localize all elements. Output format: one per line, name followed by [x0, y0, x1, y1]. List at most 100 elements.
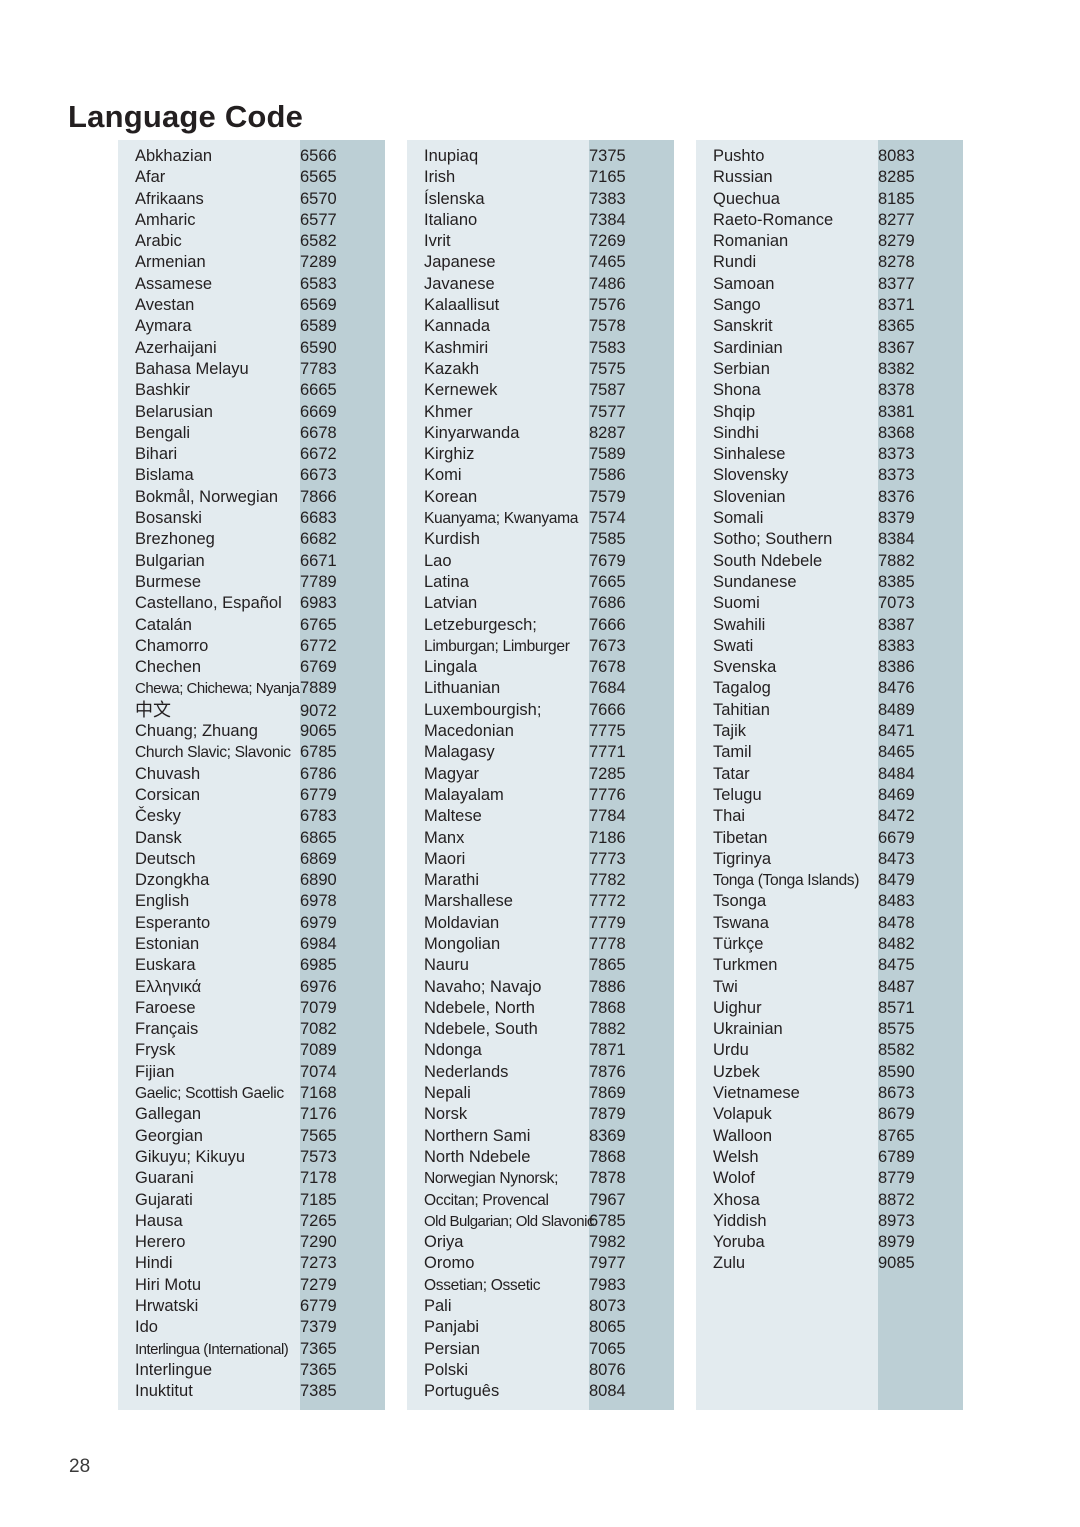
table-row: Slovenian 8376 — [696, 487, 963, 508]
language-name: Guarani — [135, 1169, 194, 1188]
table-row: Hausa 7265 — [118, 1211, 385, 1232]
table-row: Chewa; Chichewa; Nyanja 7889 — [118, 678, 385, 699]
language-code: 7269 — [589, 232, 626, 251]
table-row: Twi 8487 — [696, 977, 963, 998]
table-row: Romanian 8279 — [696, 231, 963, 252]
language-code: 6890 — [300, 871, 337, 890]
language-name: Herero — [135, 1233, 186, 1252]
table-row: Sundanese 8385 — [696, 572, 963, 593]
table-row: Sindhi 8368 — [696, 423, 963, 444]
language-name: Malayalam — [424, 785, 504, 804]
table-row: Česky 6783 — [118, 806, 385, 827]
language-code: 7384 — [589, 210, 626, 229]
language-name: Afrikaans — [135, 189, 204, 208]
language-name: Gallegan — [135, 1105, 202, 1124]
table-row: Deutsch 6869 — [118, 849, 385, 870]
language-code: 8365 — [878, 317, 915, 336]
language-code: 8084 — [589, 1382, 626, 1401]
table-row: Xhosa 8872 — [696, 1190, 963, 1211]
language-name: Navaho; Navajo — [424, 977, 542, 996]
language-code: 7778 — [589, 934, 626, 953]
language-name: Inupiaq — [424, 147, 479, 165]
language-code: 8386 — [878, 658, 915, 677]
table-row: Inuktitut 7385 — [118, 1381, 385, 1402]
row-group: Abkhazian 6566 Afar 6565 Afrikaans 6570 Amhari… — [118, 140, 385, 1403]
table-row: Tonga (Tonga Islands) 8479 — [696, 870, 963, 891]
language-name: Walloon — [713, 1126, 772, 1145]
language-name: Kannada — [424, 317, 491, 336]
language-code: 7886 — [589, 977, 626, 996]
language-name: Yiddish — [713, 1211, 767, 1230]
language-name: Occitan; Provencal — [424, 1191, 549, 1209]
language-code: 8673 — [878, 1084, 915, 1103]
language-code: 7165 — [589, 168, 626, 187]
language-code: 8278 — [878, 253, 915, 272]
language-code: 7073 — [878, 594, 915, 613]
language-code: 6565 — [300, 168, 337, 187]
language-code: 8476 — [878, 679, 915, 698]
language-name: Tagalog — [713, 679, 771, 698]
language-code: 7878 — [589, 1169, 626, 1188]
language-code: 6683 — [300, 509, 337, 528]
language-code: 8483 — [878, 892, 915, 911]
language-name: Français — [135, 1020, 199, 1039]
table-row: Chechen 6769 — [118, 657, 385, 678]
language-name: Northern Sami — [424, 1126, 531, 1145]
language-code: 6983 — [300, 594, 337, 613]
language-code: 7665 — [589, 572, 626, 591]
language-code: 8979 — [878, 1233, 915, 1252]
language-code: 6789 — [878, 1147, 915, 1166]
language-code: 8472 — [878, 807, 915, 826]
language-name: Latvian — [424, 594, 478, 613]
language-name: Persian — [424, 1339, 480, 1358]
language-code: 7082 — [300, 1020, 337, 1039]
language-code: 6765 — [300, 615, 337, 634]
language-code: 6673 — [300, 466, 337, 485]
language-name: Italiano — [424, 210, 478, 229]
language-code: 8590 — [878, 1062, 915, 1081]
language-name: Norwegian Nynorsk; — [424, 1170, 559, 1188]
language-name: Amharic — [135, 210, 196, 229]
table-row: Occitan; Provencal 7967 — [407, 1190, 674, 1211]
language-name: Romanian — [713, 232, 789, 251]
table-row: Rundi 8278 — [696, 252, 963, 273]
language-code: 6786 — [300, 764, 337, 783]
language-code: 8378 — [878, 381, 915, 400]
table-row: Français 7082 — [118, 1019, 385, 1040]
table-row: Bahasa Melayu 7783 — [118, 359, 385, 380]
language-code: 7185 — [300, 1190, 337, 1209]
language-code: 7079 — [300, 998, 337, 1017]
table-row: Panjabi 8065 — [407, 1317, 674, 1338]
language-code: 8373 — [878, 466, 915, 485]
language-code: 8385 — [878, 572, 915, 591]
language-code: 7074 — [300, 1062, 337, 1081]
language-code: 7889 — [300, 679, 337, 698]
language-name: Thai — [713, 807, 746, 826]
table-row: Lingala 7678 — [407, 657, 674, 678]
language-name: Interlingua (International) — [135, 1340, 289, 1358]
language-code: 8383 — [878, 636, 915, 655]
language-name: Arabic — [135, 232, 182, 251]
language-name: Belarusian — [135, 402, 213, 421]
language-name: Norsk — [424, 1105, 468, 1124]
language-name: Dzongkha — [135, 871, 210, 890]
language-name: Esperanto — [135, 913, 211, 932]
table-row: Letzeburgesch; 7666 — [407, 615, 674, 636]
table-row: Bashkir 6665 — [118, 380, 385, 401]
language-code: 6772 — [300, 636, 337, 655]
language-name: Bislama — [135, 466, 194, 485]
table-row: Maori 7773 — [407, 849, 674, 870]
language-code: 6672 — [300, 445, 337, 464]
language-code: 8484 — [878, 764, 915, 783]
language-code: 8185 — [878, 189, 915, 208]
language-code: 7089 — [300, 1041, 337, 1060]
table-row: Kashmiri 7583 — [407, 338, 674, 359]
table-row: Slovensky 8373 — [696, 465, 963, 486]
table-row: Sanskrit 8365 — [696, 316, 963, 337]
language-name: Nauru — [424, 956, 469, 975]
language-name: Zulu — [713, 1254, 746, 1273]
language-code: 8387 — [878, 615, 915, 634]
table-row: Türkçe 8482 — [696, 934, 963, 955]
language-name: Welsh — [713, 1147, 759, 1166]
table-row: Quechua 8185 — [696, 189, 963, 210]
